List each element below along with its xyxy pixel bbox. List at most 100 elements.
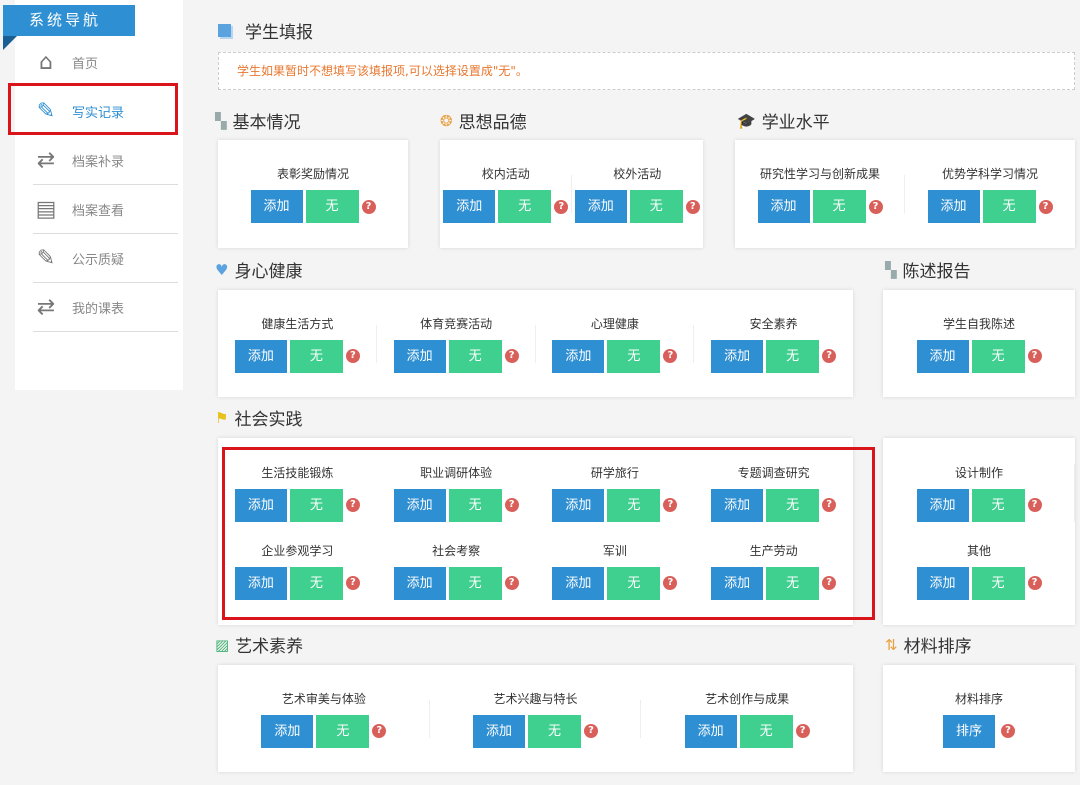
sort-button[interactable]: 排序 <box>943 715 995 748</box>
sidebar-item-2[interactable]: ⇄档案补录 <box>33 136 178 185</box>
none-button[interactable]: 无 <box>528 715 581 748</box>
none-button[interactable]: 无 <box>766 489 819 522</box>
add-button[interactable]: 添加 <box>685 715 737 748</box>
help-icon[interactable]: ? <box>663 498 677 512</box>
help-icon[interactable]: ? <box>686 200 700 214</box>
none-button[interactable]: 无 <box>972 489 1025 522</box>
none-button[interactable]: 无 <box>290 567 343 600</box>
add-button[interactable]: 添加 <box>394 567 446 600</box>
form-item: 企业参观学习添加无? <box>218 532 377 610</box>
add-button[interactable]: 添加 <box>758 190 810 223</box>
help-icon[interactable]: ? <box>346 576 360 590</box>
none-button[interactable]: 无 <box>290 340 343 373</box>
add-button[interactable]: 添加 <box>711 489 763 522</box>
help-icon[interactable]: ? <box>584 724 598 738</box>
none-button[interactable]: 无 <box>740 715 793 748</box>
help-icon[interactable]: ? <box>505 576 519 590</box>
add-button[interactable]: 添加 <box>235 489 287 522</box>
help-icon[interactable]: ? <box>1028 576 1042 590</box>
add-button[interactable]: 添加 <box>394 340 446 373</box>
none-button[interactable]: 无 <box>607 567 660 600</box>
help-icon[interactable]: ? <box>372 724 386 738</box>
item-label: 生活技能锻炼 <box>261 464 333 481</box>
add-button[interactable]: 添加 <box>552 340 604 373</box>
none-button[interactable]: 无 <box>607 340 660 373</box>
add-button[interactable]: 添加 <box>917 567 969 600</box>
add-button[interactable]: 添加 <box>261 715 313 748</box>
help-icon[interactable]: ? <box>505 349 519 363</box>
item-label: 研究性学习与创新成果 <box>760 165 880 182</box>
item-label: 设计制作 <box>955 464 1003 481</box>
section-title-text: 学业水平 <box>762 108 830 133</box>
form-item: 艺术兴趣与特长添加无? <box>430 690 642 748</box>
help-icon[interactable]: ? <box>1039 200 1053 214</box>
card-social: 生活技能锻炼添加无?职业调研体验添加无?研学旅行添加无?专题调查研究添加无?企业… <box>218 438 853 625</box>
help-icon[interactable]: ? <box>554 200 568 214</box>
none-button[interactable]: 无 <box>630 190 683 223</box>
none-button[interactable]: 无 <box>813 190 866 223</box>
document-icon: ▚ <box>885 261 897 279</box>
add-button[interactable]: 添加 <box>552 567 604 600</box>
help-icon[interactable]: ? <box>663 576 677 590</box>
add-button[interactable]: 添加 <box>473 715 525 748</box>
section-title-statement: ▚陈述报告 <box>885 257 971 282</box>
add-button[interactable]: 添加 <box>928 190 980 223</box>
none-button[interactable]: 无 <box>316 715 369 748</box>
help-icon[interactable]: ? <box>346 349 360 363</box>
add-button[interactable]: 添加 <box>394 489 446 522</box>
transfer-icon: ⇄ <box>33 147 59 173</box>
help-icon[interactable]: ? <box>869 200 883 214</box>
item-label: 安全素养 <box>750 315 798 332</box>
none-button[interactable]: 无 <box>766 567 819 600</box>
flag-icon: ⚑ <box>215 409 228 427</box>
item-label: 专题调查研究 <box>738 464 810 481</box>
add-button[interactable]: 添加 <box>235 340 287 373</box>
add-button[interactable]: 添加 <box>251 190 303 223</box>
sidebar-item-label: 档案查看 <box>72 200 124 219</box>
help-icon[interactable]: ? <box>1001 724 1015 738</box>
none-button[interactable]: 无 <box>498 190 551 223</box>
add-button[interactable]: 添加 <box>443 190 495 223</box>
form-item: 军训添加无? <box>536 532 695 610</box>
add-button[interactable]: 添加 <box>235 567 287 600</box>
help-icon[interactable]: ? <box>362 200 376 214</box>
item-label: 企业参观学习 <box>261 542 333 559</box>
form-item: 设计制作添加无? <box>883 454 1075 532</box>
none-button[interactable]: 无 <box>290 489 343 522</box>
card-moral: 校内活动添加无?校外活动添加无? <box>440 140 703 248</box>
help-icon[interactable]: ? <box>822 576 836 590</box>
none-button[interactable]: 无 <box>607 489 660 522</box>
help-icon[interactable]: ? <box>822 498 836 512</box>
help-icon[interactable]: ? <box>346 498 360 512</box>
help-icon[interactable]: ? <box>822 349 836 363</box>
title-square-icon <box>218 24 231 37</box>
none-button[interactable]: 无 <box>449 567 502 600</box>
add-button[interactable]: 添加 <box>917 340 969 373</box>
add-button[interactable]: 添加 <box>917 489 969 522</box>
none-button[interactable]: 无 <box>766 340 819 373</box>
none-button[interactable]: 无 <box>972 340 1025 373</box>
sidebar-item-5[interactable]: ⇄我的课表 <box>33 283 178 332</box>
add-button[interactable]: 添加 <box>711 567 763 600</box>
sidebar-item-0[interactable]: ⌂首页 <box>33 38 178 87</box>
none-button[interactable]: 无 <box>306 190 359 223</box>
help-icon[interactable]: ? <box>663 349 677 363</box>
sidebar-item-3[interactable]: ▤档案查看 <box>33 185 178 234</box>
none-button[interactable]: 无 <box>449 340 502 373</box>
sidebar-item-1[interactable]: ✎写实记录 <box>33 87 178 136</box>
help-icon[interactable]: ? <box>796 724 810 738</box>
section-title-text: 社会实践 <box>234 405 302 430</box>
none-button[interactable]: 无 <box>449 489 502 522</box>
help-icon[interactable]: ? <box>1028 498 1042 512</box>
add-button[interactable]: 添加 <box>575 190 627 223</box>
none-button[interactable]: 无 <box>972 567 1025 600</box>
image-icon: ▨ <box>215 636 229 654</box>
help-icon[interactable]: ? <box>1028 349 1042 363</box>
none-button[interactable]: 无 <box>983 190 1036 223</box>
add-button[interactable]: 添加 <box>711 340 763 373</box>
section-title-social: ⚑ 社会实践 <box>215 405 302 430</box>
sidebar-item-4[interactable]: ✎公示质疑 <box>33 234 178 283</box>
add-button[interactable]: 添加 <box>552 489 604 522</box>
help-icon[interactable]: ? <box>505 498 519 512</box>
card-academic: 研究性学习与创新成果添加无?优势学科学习情况添加无? <box>735 140 1075 248</box>
